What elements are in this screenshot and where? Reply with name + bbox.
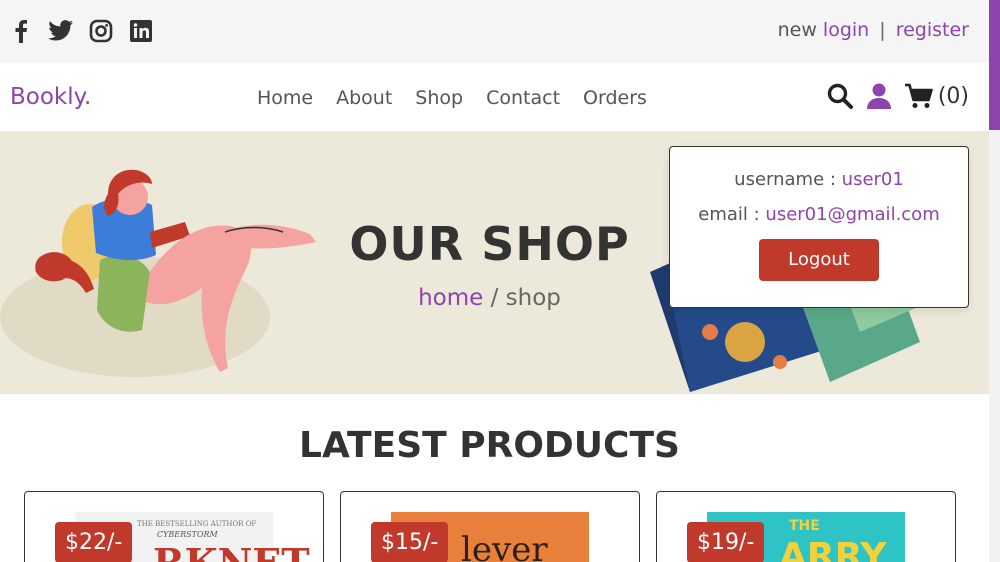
logo[interactable]: Bookly. bbox=[10, 84, 91, 110]
product-price-badge: $19/- bbox=[687, 522, 765, 562]
nav-home[interactable]: Home bbox=[257, 87, 313, 109]
breadcrumb-home[interactable]: home bbox=[418, 285, 483, 311]
logout-button[interactable]: Logout bbox=[759, 239, 879, 281]
user-profile-dropdown: username : user01 email : user01@gmail.c… bbox=[669, 146, 969, 308]
email-label: email : bbox=[698, 204, 766, 225]
cover-sub-text: CYBERSTORM bbox=[157, 530, 218, 539]
cover-top-text: THE BESTSELLING AUTHOR OF bbox=[137, 520, 257, 528]
auth-separator: | bbox=[879, 19, 886, 41]
username-value: user01 bbox=[841, 169, 904, 190]
product-price-badge: $22/- bbox=[55, 522, 133, 562]
profile-email-row: email : user01@gmail.com bbox=[670, 204, 968, 225]
profile-username-row: username : user01 bbox=[670, 169, 968, 190]
nav-orders[interactable]: Orders bbox=[583, 87, 647, 109]
cart-icon bbox=[904, 83, 933, 108]
login-link[interactable]: login bbox=[823, 19, 869, 41]
search-icon[interactable] bbox=[826, 82, 854, 110]
linkedin-icon[interactable] bbox=[128, 18, 154, 44]
username-label: username : bbox=[734, 169, 842, 190]
product-card[interactable]: THE ARRY $19/- bbox=[656, 491, 956, 562]
cover-title-text: RKNET bbox=[153, 540, 310, 562]
product-price-badge: $15/- bbox=[371, 522, 449, 562]
instagram-icon[interactable] bbox=[88, 18, 114, 44]
scrollbar-thumb[interactable] bbox=[989, 0, 1000, 130]
twitter-icon[interactable] bbox=[48, 18, 74, 44]
main-nav: Home About Shop Contact Orders bbox=[257, 87, 647, 109]
facebook-icon[interactable] bbox=[8, 18, 34, 44]
cover-title-text: ARRY bbox=[779, 536, 887, 562]
cart-button[interactable]: (0) bbox=[904, 82, 969, 110]
register-link[interactable]: register bbox=[896, 19, 969, 41]
product-card[interactable]: lever $15/- bbox=[340, 491, 640, 562]
nav-about[interactable]: About bbox=[336, 87, 392, 109]
email-value: user01@gmail.com bbox=[765, 204, 940, 225]
cart-count: (0) bbox=[937, 83, 969, 109]
product-card[interactable]: THE BESTSELLING AUTHOR OF CYBERSTORM RKN… bbox=[24, 491, 324, 562]
nav-shop[interactable]: Shop bbox=[415, 87, 463, 109]
auth-prefix: new bbox=[777, 19, 817, 41]
social-links bbox=[8, 18, 154, 44]
user-icon[interactable] bbox=[866, 82, 892, 110]
scrollbar[interactable] bbox=[989, 0, 1000, 562]
cover-top-text: THE bbox=[789, 518, 820, 534]
cover-title-text: lever bbox=[461, 530, 548, 562]
breadcrumb-separator: / bbox=[483, 285, 506, 311]
header-main: Bookly. Home About Shop Contact Orders (… bbox=[0, 63, 989, 132]
header-icons: (0) bbox=[826, 82, 969, 110]
nav-contact[interactable]: Contact bbox=[486, 87, 560, 109]
latest-products-title: LATEST PRODUCTS bbox=[299, 425, 680, 466]
breadcrumb-current: shop bbox=[505, 285, 561, 311]
auth-links: new login | register bbox=[778, 19, 969, 41]
header-top: new login | register bbox=[0, 0, 989, 63]
product-list: THE BESTSELLING AUTHOR OF CYBERSTORM RKN… bbox=[24, 491, 956, 562]
